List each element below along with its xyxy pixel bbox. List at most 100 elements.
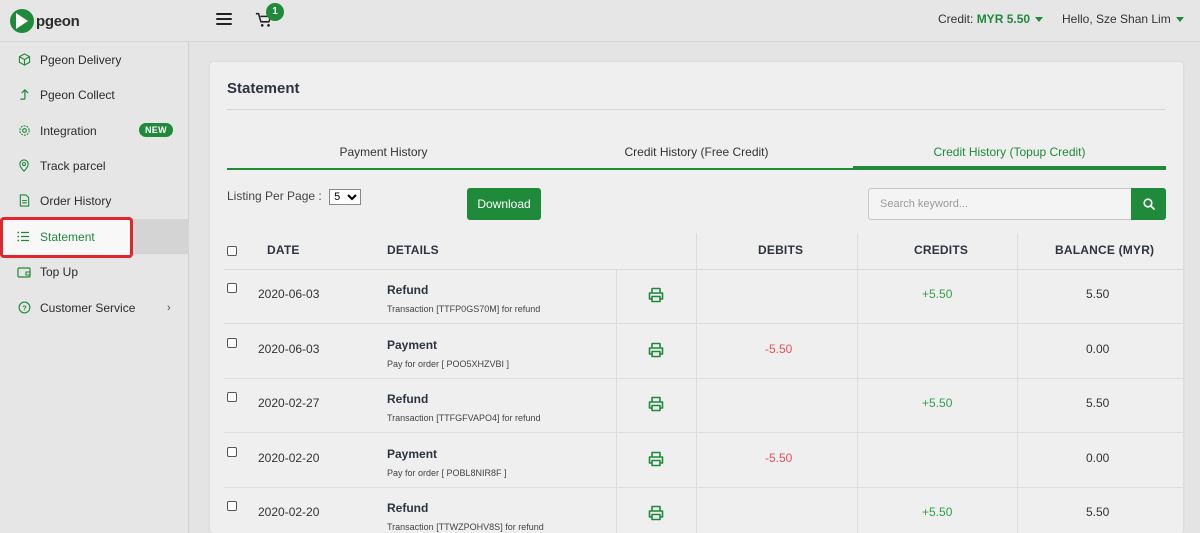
sidebar-item-top-up[interactable]: Top Up: [0, 254, 189, 289]
caret-down-icon: [1035, 17, 1044, 23]
menu-toggle-icon[interactable]: [216, 13, 232, 25]
statement-card: Statement Payment History Credit History…: [210, 62, 1183, 533]
sidebar-item-pgeon-delivery[interactable]: Pgeon Delivery: [0, 42, 189, 77]
header-details: DETAILS: [387, 243, 439, 257]
row-date: 2020-06-03: [258, 342, 320, 356]
tab-credit-history-topup[interactable]: Credit History (Topup Credit): [853, 140, 1166, 168]
new-badge: NEW: [139, 123, 173, 137]
divider: [227, 109, 1166, 110]
header-credits: CREDITS: [914, 243, 969, 257]
row-checkbox[interactable]: [227, 283, 237, 293]
row-date: 2020-02-20: [258, 451, 320, 465]
sidebar-item-label: Track parcel: [40, 158, 106, 173]
table-header: DATE DETAILS DEBITS CREDITS BALANCE (MYR…: [224, 233, 1183, 270]
caret-down-icon: [1175, 17, 1184, 23]
credit-value: MYR 5.50: [976, 12, 1031, 26]
listing-select[interactable]: 5: [329, 189, 362, 205]
user-menu[interactable]: Hello, Sze Shan Lim: [1062, 12, 1184, 26]
table-row: 2020-02-20 Payment Pay for order [ POBL8…: [224, 434, 1183, 488]
search-icon: [1142, 198, 1155, 210]
row-date: 2020-02-20: [258, 505, 320, 519]
header-date: DATE: [267, 243, 300, 257]
table-row: 2020-02-27 Refund Transaction [TTFGFVAPO…: [224, 379, 1183, 433]
print-icon[interactable]: [648, 396, 664, 412]
chevron-right-icon: ›: [167, 302, 171, 314]
sidebar-item-statement-label[interactable]: Statement: [40, 230, 95, 244]
logo[interactable]: pgeon: [10, 9, 80, 33]
print-icon[interactable]: [648, 505, 664, 521]
row-description: Transaction [TTFP0GS70M] for refund: [387, 304, 541, 314]
table-row: 2020-06-03 Refund Transaction [TTFP0GS70…: [224, 270, 1183, 324]
header-debits: DEBITS: [758, 243, 804, 257]
row-balance: 5.50: [1086, 287, 1110, 301]
print-icon[interactable]: [648, 287, 664, 303]
row-balance: 5.50: [1086, 505, 1110, 519]
row-description: Pay for order [ POBL8NIR8F ]: [387, 468, 507, 478]
sidebar-item-track-parcel[interactable]: Track parcel: [0, 148, 189, 183]
row-credit: +5.50: [922, 287, 953, 301]
sidebar-item-label: Customer Service: [40, 300, 136, 315]
sidebar-item-pgeon-collect[interactable]: Pgeon Collect: [0, 77, 189, 112]
search-button[interactable]: [1131, 188, 1166, 220]
row-date: 2020-02-27: [258, 396, 320, 410]
sidebar-item-order-history[interactable]: Order History: [0, 183, 189, 218]
download-button[interactable]: Download: [467, 188, 541, 220]
listing-label: Listing Per Page :: [227, 189, 322, 203]
row-checkbox[interactable]: [227, 501, 237, 511]
tab-payment-history[interactable]: Payment History: [227, 140, 540, 168]
table-row: 2020-06-03 Payment Pay for order [ POO5X…: [224, 325, 1183, 379]
credit-label: Credit:: [938, 12, 974, 26]
sidebar-item-integration[interactable]: Integration NEW: [0, 113, 189, 148]
arrow-up-icon: [17, 88, 31, 102]
logo-text: pgeon: [36, 12, 80, 30]
select-all-checkbox[interactable]: [227, 246, 237, 256]
sidebar-item-label: Integration: [40, 123, 97, 138]
row-balance: 0.00: [1086, 342, 1110, 356]
document-icon: [17, 194, 31, 208]
table-row: 2020-02-20 Refund Transaction [TTWZPOHV8…: [224, 488, 1183, 533]
logo-mark-icon: [10, 9, 34, 33]
search-input[interactable]: [868, 188, 1132, 220]
sidebar-item-customer-service[interactable]: ? Customer Service ›: [0, 290, 189, 325]
active-tab-indicator: [853, 166, 1166, 169]
row-debit: -5.50: [765, 451, 793, 465]
row-date: 2020-06-03: [258, 287, 320, 301]
print-icon[interactable]: [648, 451, 664, 467]
row-type: Refund: [387, 283, 429, 297]
box-icon: [17, 53, 31, 67]
row-debit: -5.50: [765, 342, 793, 356]
svg-text:?: ?: [22, 303, 27, 312]
sidebar: Pgeon Delivery Pgeon Collect Integration…: [0, 42, 189, 533]
row-description: Transaction [TTFGFVAPO4] for refund: [387, 413, 541, 423]
header-balance: BALANCE (MYR): [1055, 243, 1155, 257]
sidebar-item-label: Pgeon Delivery: [40, 52, 122, 67]
row-checkbox[interactable]: [227, 392, 237, 402]
tab-credit-history-free[interactable]: Credit History (Free Credit): [540, 140, 853, 168]
sidebar-item-label: Order History: [40, 193, 112, 208]
list-icon: [17, 231, 29, 245]
row-type: Refund: [387, 501, 429, 515]
wallet-icon: [17, 265, 31, 279]
row-credit: +5.50: [922, 396, 953, 410]
top-bar: pgeon 1 Credit: MYR 5.50 Hello, Sze Shan…: [0, 0, 1200, 42]
row-checkbox[interactable]: [227, 447, 237, 457]
print-icon[interactable]: [648, 342, 664, 358]
credit-dropdown[interactable]: Credit: MYR 5.50: [938, 12, 1044, 26]
row-description: Pay for order [ POO5XHZVBI ]: [387, 359, 510, 369]
location-pin-icon: [17, 159, 31, 173]
row-type: Refund: [387, 392, 429, 406]
user-greeting: Hello, Sze Shan Lim: [1062, 12, 1171, 26]
listing-per-page: Listing Per Page : 5: [227, 189, 362, 205]
row-checkbox[interactable]: [227, 338, 237, 348]
row-balance: 5.50: [1086, 396, 1110, 410]
tab-bar: Payment History Credit History (Free Cre…: [227, 140, 1166, 170]
sidebar-item-label: Pgeon Collect: [40, 87, 115, 102]
row-type: Payment: [387, 447, 438, 461]
row-balance: 0.00: [1086, 451, 1110, 465]
row-credit: +5.50: [922, 505, 953, 519]
sidebar-item-label: Top Up: [40, 264, 79, 279]
row-type: Payment: [387, 338, 438, 352]
row-description: Transaction [TTWZPOHV8S] for refund: [387, 522, 544, 532]
help-circle-icon: ?: [17, 301, 31, 315]
page-title: Statement: [227, 80, 300, 97]
